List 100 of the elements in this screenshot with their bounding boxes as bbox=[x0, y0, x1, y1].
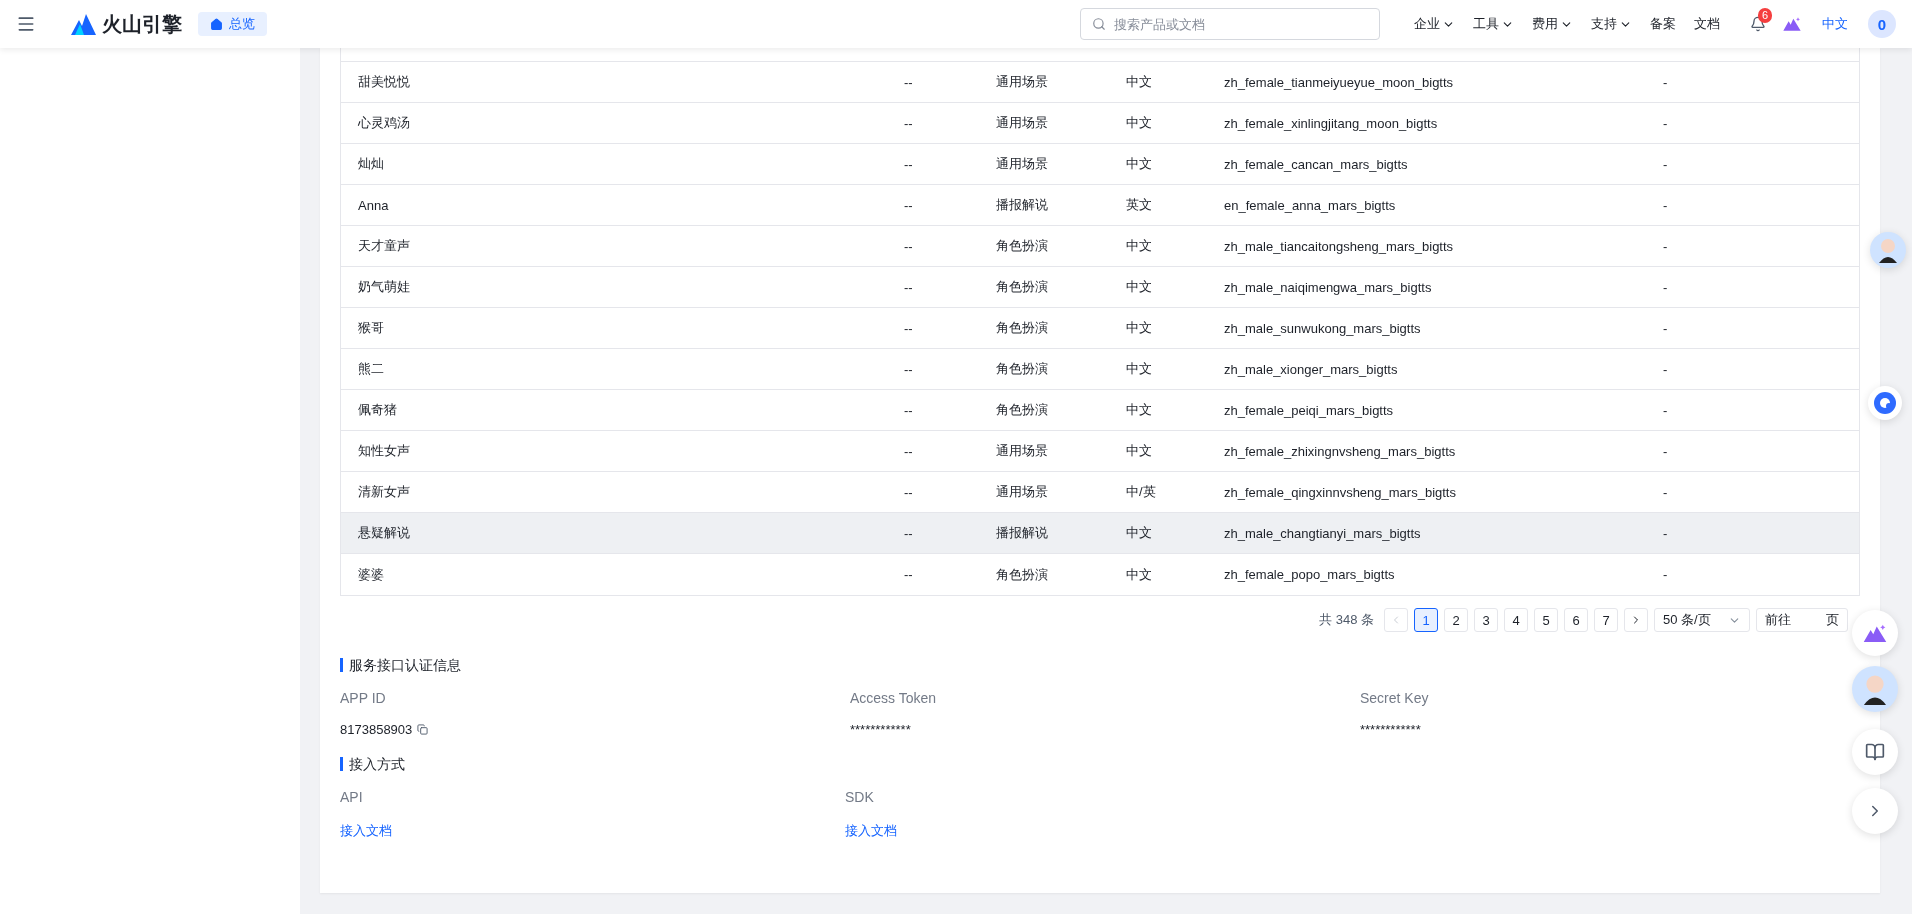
table-cell-text: zh_female_qingxinnvsheng_mars_bigtts bbox=[1224, 484, 1457, 500]
search-field[interactable]: 搜索产品或文档 bbox=[1080, 8, 1380, 40]
nav-item[interactable]: 备案 bbox=[1650, 15, 1676, 33]
table-cell-text: Anna bbox=[358, 197, 390, 213]
table-cell-text: 角色扮演 bbox=[996, 360, 1049, 378]
table-cell-text: -- bbox=[904, 525, 914, 541]
page-button[interactable]: 1 bbox=[1414, 608, 1438, 632]
total-count: 共 348 条 bbox=[1319, 611, 1374, 629]
page-button[interactable]: 3 bbox=[1474, 608, 1498, 632]
table-cell-text: -- bbox=[904, 443, 914, 459]
table-cell-text: -- bbox=[904, 74, 914, 90]
table-cell-text: 中/英 bbox=[1126, 483, 1157, 501]
table-cell-text: - bbox=[1663, 279, 1669, 295]
table-cell-text: - bbox=[1663, 156, 1669, 172]
table-cell-text: 中文 bbox=[1126, 360, 1153, 378]
table-cell-text: 角色扮演 bbox=[996, 278, 1049, 296]
table-cell-text: 中文 bbox=[1126, 524, 1153, 542]
table-cell-text: zh_female_cancan_mars_bigtts bbox=[1224, 156, 1409, 172]
nav-item[interactable]: 费用 bbox=[1532, 15, 1573, 33]
table-cell-text: -- bbox=[904, 361, 914, 377]
page-button[interactable]: 7 bbox=[1594, 608, 1618, 632]
table-cell-text: - bbox=[1663, 238, 1669, 254]
table-cell-text: 角色扮演 bbox=[996, 401, 1049, 419]
logo-text: 火山引擎 bbox=[102, 11, 182, 37]
home-icon bbox=[210, 17, 223, 31]
table-cell-text: 角色扮演 bbox=[996, 319, 1049, 337]
table-cell-text: - bbox=[1663, 320, 1669, 336]
table-cell-text: 通用场景 bbox=[996, 73, 1049, 91]
nav-item[interactable]: 文档 bbox=[1694, 15, 1720, 33]
page-button[interactable]: 2 bbox=[1444, 608, 1468, 632]
home-button[interactable]: 总览 bbox=[198, 12, 267, 36]
table-cell-text: -- bbox=[904, 567, 914, 582]
logo-icon bbox=[70, 12, 98, 36]
table-cell-text: 英文 bbox=[1126, 196, 1153, 214]
table-cell-text: -- bbox=[904, 484, 914, 500]
table-cell-text: 中文 bbox=[1126, 155, 1153, 173]
nav-item[interactable]: 企业 bbox=[1414, 15, 1455, 33]
field-value: 8173858903 bbox=[340, 722, 413, 737]
menu-icon[interactable] bbox=[16, 14, 36, 34]
table-cell-text: zh_female_tianmeiyueyue_moon_bigtts bbox=[1224, 74, 1455, 90]
field-value: ************ bbox=[850, 722, 911, 737]
person-icon bbox=[1877, 237, 1899, 263]
assistant-button[interactable] bbox=[1852, 610, 1898, 656]
table-cell-text: - bbox=[1663, 567, 1669, 582]
page-jump-field[interactable]: 前往 页 bbox=[1756, 608, 1848, 632]
avatar-button[interactable] bbox=[1852, 666, 1898, 712]
field-label: APP ID bbox=[340, 690, 387, 706]
table-cell-text: 中文 bbox=[1126, 237, 1153, 255]
table-cell-text: -- bbox=[904, 197, 914, 213]
field-label: Secret Key bbox=[1360, 690, 1430, 706]
table-cell-text: - bbox=[1663, 525, 1669, 541]
table-cell-text: 通用场景 bbox=[996, 155, 1049, 173]
table-cell-text: -- bbox=[904, 156, 914, 172]
table-cell-text: 角色扮演 bbox=[996, 565, 1049, 584]
notification-badge: 6 bbox=[1758, 8, 1773, 23]
copy-icon[interactable] bbox=[417, 724, 429, 735]
mountain-icon bbox=[1862, 622, 1888, 644]
table-cell-text: zh_female_peiqi_mars_bigtts bbox=[1224, 402, 1395, 418]
table-cell-text: - bbox=[1663, 443, 1669, 459]
table-cell-text: 通用场景 bbox=[996, 114, 1049, 132]
table-cell-text: - bbox=[1663, 115, 1669, 131]
table-cell-text: 中文 bbox=[1126, 73, 1153, 91]
nav-item[interactable]: 支持 bbox=[1591, 15, 1632, 33]
page-button[interactable]: 6 bbox=[1564, 608, 1588, 632]
chat-button[interactable] bbox=[1868, 386, 1902, 420]
field-label: SDK bbox=[845, 789, 875, 805]
table-cell-text: 猴哥 bbox=[358, 319, 385, 337]
table-cell-text: - bbox=[1663, 402, 1669, 418]
table-cell-text: zh_male_sunwukong_mars_bigtts bbox=[1224, 320, 1422, 336]
book-icon bbox=[1865, 742, 1885, 762]
user-avatar[interactable]: 0 bbox=[1868, 10, 1896, 38]
table-cell-text: 佩奇猪 bbox=[358, 401, 398, 419]
table-cell-text: 播报解说 bbox=[996, 196, 1049, 214]
page-button[interactable]: 5 bbox=[1534, 608, 1558, 632]
nav-item[interactable]: 工具 bbox=[1473, 15, 1514, 33]
page-button[interactable]: 4 bbox=[1504, 608, 1528, 632]
table-cell-text: -- bbox=[904, 115, 914, 131]
field-label: Access Token bbox=[850, 690, 938, 706]
table-cell-text: 播报解说 bbox=[996, 524, 1049, 542]
table-cell-text: 通用场景 bbox=[996, 483, 1049, 501]
table-cell-text: - bbox=[1663, 74, 1669, 90]
field-label: API bbox=[340, 789, 364, 805]
table-cell-text: 中文 bbox=[1126, 278, 1153, 296]
table-cell-text: zh_male_changtianyi_mars_bigtts bbox=[1224, 525, 1422, 541]
table-cell-text: 中文 bbox=[1126, 319, 1153, 337]
table-cell-text: - bbox=[1663, 484, 1669, 500]
table-cell-text: 角色扮演 bbox=[996, 237, 1049, 255]
doc-link[interactable]: 接入文档 bbox=[845, 823, 897, 838]
table-cell-text: 心灵鸡汤 bbox=[358, 114, 411, 132]
page-size-select[interactable]: 50 条/页 bbox=[1654, 608, 1750, 632]
table-cell-text: 熊二 bbox=[358, 360, 385, 378]
doc-link[interactable]: 接入文档 bbox=[340, 823, 392, 838]
table-cell-text: 天才童声 bbox=[358, 237, 411, 255]
table-cell-text: 灿灿 bbox=[358, 155, 385, 173]
avatar-button[interactable] bbox=[1870, 232, 1906, 268]
table-cell-text: -- bbox=[904, 238, 914, 254]
table-cell-text: -- bbox=[904, 320, 914, 336]
table-cell-text: 奶气萌娃 bbox=[358, 278, 411, 296]
language-switch[interactable]: 中文 bbox=[1822, 15, 1848, 33]
table-cell-text: zh_male_tiancaitongsheng_mars_bigtts bbox=[1224, 238, 1455, 254]
